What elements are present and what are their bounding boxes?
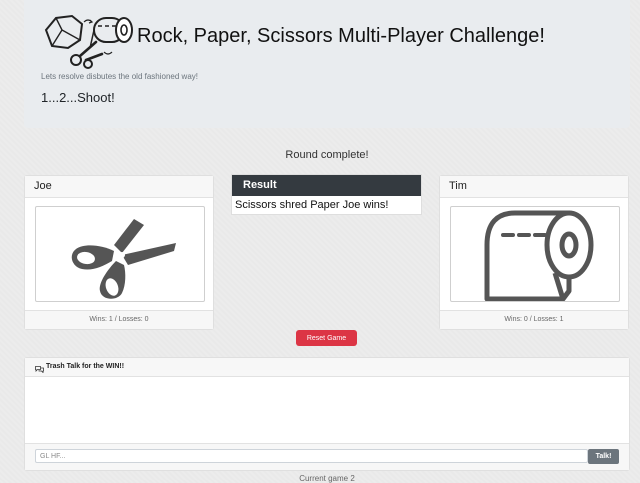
player2-choice — [450, 206, 620, 302]
player1-choice — [35, 206, 205, 302]
player2-record: Wins: 0 / Losses: 1 — [440, 310, 628, 329]
rock-paper-scissors-logo-icon — [42, 12, 136, 70]
scissors-icon — [71, 219, 176, 299]
chat-header: Trash Talk for the WIN!! — [25, 358, 629, 377]
player2-card: Tim Wins: 0 / Losses: 1 — [439, 175, 629, 330]
chat-input[interactable] — [35, 449, 588, 463]
current-game-text: Current game 2 — [299, 474, 355, 483]
countdown-text: 1...2...Shoot! — [41, 90, 115, 105]
reset-game-button[interactable]: Reset Game — [296, 330, 357, 346]
round-status: Round complete! — [285, 149, 369, 161]
result-panel: Result Scissors shred Paper Joe wins! — [231, 174, 422, 215]
player1-name: Joe — [25, 176, 213, 198]
result-header: Result — [232, 175, 421, 196]
player2-name: Tim — [440, 176, 628, 198]
chat-panel: Trash Talk for the WIN!! Talk! — [24, 357, 630, 471]
player1-record: Wins: 1 / Losses: 0 — [25, 310, 213, 329]
header-jumbotron: Rock, Paper, Scissors Multi-Player Chall… — [24, 0, 630, 128]
talk-button[interactable]: Talk! — [588, 449, 619, 464]
chat-messages — [25, 377, 629, 445]
tagline: Lets resolve disbutes the old fashioned … — [41, 72, 198, 81]
paper-icon — [484, 210, 594, 302]
player1-card: Joe Wins: 1 / Losses: 0 — [24, 175, 214, 330]
page-title: Rock, Paper, Scissors Multi-Player Chall… — [137, 25, 545, 47]
result-text: Scissors shred Paper Joe wins! — [235, 199, 389, 211]
chat-footer: Talk! — [25, 443, 629, 470]
chat-title: Trash Talk for the WIN!! — [46, 363, 125, 370]
chat-bubbles-icon — [35, 363, 44, 374]
